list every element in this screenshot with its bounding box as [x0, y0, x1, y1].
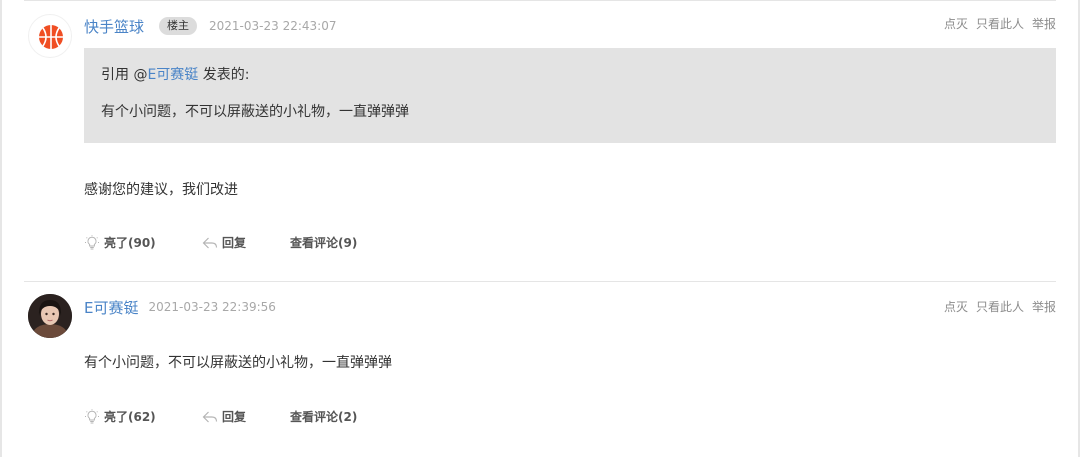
- like-button[interactable]: 亮了(62): [84, 408, 202, 425]
- quote-header: 引用 @E可赛铤 发表的:: [101, 64, 249, 84]
- post-content: 感谢您的建议，我们改进: [84, 182, 238, 198]
- downvote-link[interactable]: 点灭: [944, 15, 968, 32]
- only-this-user-link[interactable]: 只看此人: [976, 15, 1024, 32]
- post-actions: 点灭 只看此人 举报: [944, 298, 1056, 315]
- comments-label: 查看评论(2): [290, 410, 358, 424]
- quote-text: 有个小问题，不可以屏蔽送的小礼物，一直弹弹弹: [101, 104, 409, 120]
- lightbulb-icon: [85, 408, 99, 423]
- reply-button[interactable]: 回复: [202, 234, 290, 251]
- thread-panel: 快手篮球 楼主 2021-03-23 22:43:07 点灭 只看此人 举报 引…: [0, 0, 1080, 457]
- quoted-user-link[interactable]: E可赛铤: [147, 67, 198, 83]
- reply-button[interactable]: 回复: [202, 408, 290, 425]
- post-time: 2021-03-23 22:39:56: [148, 300, 276, 314]
- like-count: 亮了(90): [104, 236, 156, 250]
- user-photo-avatar: [28, 294, 72, 338]
- post-toolbar: 亮了(90) 回复 查看评论(9): [84, 234, 357, 251]
- reply-arrow-icon: [202, 411, 218, 422]
- post-time: 2021-03-23 22:43:07: [209, 19, 337, 33]
- post-meta: E可赛铤 2021-03-23 22:39:56: [84, 295, 276, 319]
- reply-label: 回复: [222, 236, 247, 250]
- lightbulb-icon: [85, 234, 99, 249]
- view-comments-link[interactable]: 查看评论(9): [290, 234, 357, 251]
- quote-block: 引用 @E可赛铤 发表的: 有个小问题，不可以屏蔽送的小礼物，一直弹弹弹: [84, 48, 1056, 143]
- username-link[interactable]: E可赛铤: [84, 297, 138, 318]
- post-content: 有个小问题，不可以屏蔽送的小礼物，一直弹弹弹: [84, 355, 392, 371]
- op-badge: 楼主: [159, 17, 198, 35]
- post-meta: 快手篮球 楼主 2021-03-23 22:43:07: [84, 14, 336, 38]
- quote-suffix: 发表的:: [198, 67, 250, 83]
- report-link[interactable]: 举报: [1032, 15, 1056, 32]
- reply-post: E可赛铤 2021-03-23 22:39:56 点灭 只看此人 举报 有个小问…: [24, 282, 1056, 457]
- comments-label: 查看评论(9): [290, 236, 358, 250]
- reply-label: 回复: [222, 410, 247, 424]
- reply-post: 快手篮球 楼主 2021-03-23 22:43:07 点灭 只看此人 举报 引…: [24, 0, 1056, 282]
- post-toolbar: 亮了(62) 回复 查看评论(2): [84, 408, 357, 425]
- reply-arrow-icon: [202, 237, 218, 248]
- view-comments-link[interactable]: 查看评论(2): [290, 408, 357, 425]
- downvote-link[interactable]: 点灭: [944, 298, 968, 315]
- username-link[interactable]: 快手篮球: [84, 16, 144, 37]
- basketball-logo-icon: [39, 25, 63, 49]
- quote-prefix: 引用 @: [101, 67, 148, 83]
- report-link[interactable]: 举报: [1032, 298, 1056, 315]
- like-count: 亮了(62): [104, 410, 156, 424]
- avatar[interactable]: [28, 14, 72, 58]
- post-actions: 点灭 只看此人 举报: [944, 15, 1056, 32]
- like-button[interactable]: 亮了(90): [84, 234, 202, 251]
- avatar[interactable]: [28, 294, 72, 338]
- only-this-user-link[interactable]: 只看此人: [976, 298, 1024, 315]
